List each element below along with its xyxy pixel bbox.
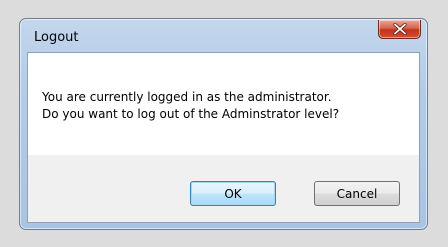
message-area: You are currently logged in as the admin… — [28, 53, 419, 155]
dialog-body: You are currently logged in as the admin… — [27, 52, 420, 223]
close-icon — [392, 23, 407, 35]
logout-dialog: Logout You are currently logged in as th… — [19, 18, 428, 230]
ok-button[interactable]: OK — [190, 181, 276, 206]
message-line-1: You are currently logged in as the admin… — [42, 90, 332, 104]
title-bar[interactable]: Logout — [20, 19, 427, 52]
close-button[interactable] — [378, 20, 421, 39]
dialog-title: Logout — [34, 30, 79, 45]
cancel-button[interactable]: Cancel — [314, 181, 400, 206]
message-line-2: Do you want to log out of the Adminstrat… — [42, 107, 340, 121]
